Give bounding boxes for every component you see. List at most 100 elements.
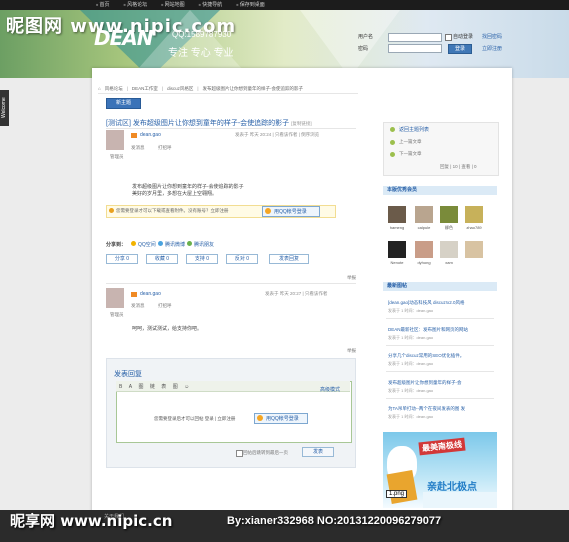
breadcrumb-item[interactable]: 风格论坛 [105, 86, 123, 92]
submit-reply-button[interactable]: 发表 [302, 447, 334, 457]
member-name[interactable]: Nenote [386, 260, 408, 265]
top-nav-quick[interactable]: 快捷导航 [199, 1, 222, 9]
editor-toolbar: B A 图 链 表 图 ☺ [116, 381, 350, 392]
latest-post-title[interactable]: [dean.gao]动态科技风 discuz!x2.0风格 [388, 300, 465, 306]
reply-meta: 发表于 昨天 20:27 | 只看该作者 [265, 291, 328, 296]
divider [106, 128, 356, 129]
member-name[interactable]: xam [438, 260, 460, 265]
author-name[interactable]: dean.gao [140, 132, 161, 138]
username-input[interactable] [388, 33, 442, 42]
share-qzone[interactable]: QQ空间 [138, 241, 156, 248]
report-link[interactable]: 举报 [347, 275, 356, 281]
share-friends[interactable]: 腾讯朋友 [194, 241, 214, 248]
reply-author-avatar[interactable] [106, 288, 124, 308]
member-avatar[interactable] [465, 206, 483, 223]
register-link[interactable]: 立即注册 [482, 45, 502, 52]
member-avatar[interactable] [415, 241, 433, 258]
latest-post-title[interactable]: 发布超级图片让你想到童年的样子-会 [388, 380, 462, 386]
top-nav-sitemap[interactable]: 网站地图 [161, 1, 185, 9]
attachment-icon[interactable]: 图 [173, 383, 178, 390]
back-icon [390, 127, 395, 132]
user-icon [131, 292, 137, 297]
reply-greet[interactable]: 打招呼 [158, 303, 172, 309]
back-to-list-link[interactable]: 返回主题列表 [399, 126, 429, 133]
member-avatar[interactable] [440, 241, 458, 258]
header-qq: QQ:1589787930 [172, 30, 232, 39]
smiley-icon[interactable]: ☺ [184, 384, 189, 390]
member-avatar[interactable] [415, 206, 433, 223]
advanced-mode-link[interactable]: 高级模式 [320, 386, 340, 393]
reply-author-name[interactable]: dean.gao [140, 291, 161, 297]
latest-post-title[interactable]: 为TA吊单打动--两个在夜间发表的图 发 [388, 406, 465, 412]
remember-label: 自动登录 [453, 34, 474, 40]
reply-form-title: 发表回复 [114, 371, 142, 378]
link-icon[interactable]: 链 [150, 383, 155, 390]
table-icon[interactable]: 表 [161, 383, 166, 390]
member-avatar[interactable] [388, 241, 406, 258]
share-label: 分享到： [106, 242, 127, 248]
site-logo[interactable]: DEAN [94, 26, 153, 50]
reply-report-link[interactable]: 举报 [347, 348, 356, 354]
share-button[interactable]: 分享 0 [106, 254, 138, 264]
login-button[interactable]: 登录 [448, 44, 472, 54]
divider [386, 398, 494, 399]
oppose-button[interactable]: 反对 0 [226, 254, 258, 264]
qq-icon [257, 415, 263, 421]
welcome-tab[interactable]: Welcome [0, 90, 9, 126]
member-avatar[interactable] [465, 241, 483, 258]
share-weibo[interactable]: 腾讯微博 [165, 241, 185, 248]
member-avatar[interactable] [440, 206, 458, 223]
image-icon[interactable]: 图 [138, 383, 143, 390]
qq-login-button[interactable]: 用QQ帐号登录 [262, 206, 320, 217]
member-name[interactable]: calpule [413, 225, 435, 230]
top-nav-forum[interactable]: 风格论坛 [124, 1, 147, 9]
notify-checkbox[interactable] [236, 450, 243, 457]
breadcrumb-item[interactable]: 发布超级图片让你想到童年的样子-会使追踪的影子 [203, 86, 304, 92]
book-image [386, 469, 418, 505]
copy-link[interactable]: [复制链接] [291, 121, 312, 126]
latest-post-meta: 发表于 1 时间：dean.gao [388, 414, 434, 419]
qq-icon [265, 208, 271, 214]
breadcrumb: ⌂ 风格论坛 | DEAN工作室 | discuz风格区 | 发布超级图片让你想到童年… [98, 86, 304, 92]
member-name[interactable]: 柳色 [438, 225, 460, 231]
reply-author-level: 管理员 [110, 312, 124, 317]
reply-qq-login-button[interactable]: 用QQ帐号登录 [254, 413, 308, 424]
greet-link[interactable]: 打招呼 [158, 145, 172, 151]
author-avatar[interactable] [106, 130, 124, 150]
new-topic-button[interactable]: 新主题 [106, 98, 141, 109]
favorite-button[interactable]: 收藏 0 [146, 254, 178, 264]
home-icon[interactable]: ⌂ [98, 86, 101, 92]
member-name[interactable]: zhao789 [463, 225, 485, 230]
top-nav-save[interactable]: 保存到桌面 [236, 1, 265, 9]
prev-thread-link[interactable]: 上一篇文章 [399, 139, 422, 145]
member-name[interactable]: hameng [386, 225, 408, 230]
latest-post-title[interactable]: 分享几个discuz常用的SEO优化插件。 [388, 353, 464, 359]
top-nav-home[interactable]: 首页 [96, 1, 110, 9]
members-header: 本版优秀会员 [383, 186, 497, 195]
forgot-password-link[interactable]: 找回密码 [482, 33, 502, 40]
next-thread-link[interactable]: 下一篇文章 [399, 151, 422, 157]
password-input[interactable] [388, 44, 442, 53]
breadcrumb-item[interactable]: discuz风格区 [167, 86, 193, 92]
member-name[interactable]: dyhong [413, 260, 435, 265]
header-slogan: 专注 专心 专业 [168, 48, 234, 59]
remember-checkbox[interactable] [445, 34, 452, 41]
weibo-icon [158, 241, 163, 246]
divider [386, 371, 494, 372]
reply-login-prompt: 您需要登录后才可以回帖 登录 | 立即注册 [154, 416, 236, 421]
ad-subline: 亲赴北极点 [427, 482, 477, 493]
support-button[interactable]: 支持 0 [186, 254, 218, 264]
friends-icon [187, 241, 192, 246]
reply-button[interactable]: 发表回复 [269, 254, 309, 264]
send-message-link[interactable]: 发消息 [131, 145, 145, 151]
breadcrumb-item[interactable]: DEAN工作室 [132, 86, 158, 92]
bold-icon[interactable]: B [119, 384, 122, 390]
latest-post-meta: 发表于 1 时间：dean.gao [388, 335, 434, 340]
reply-send-message[interactable]: 发消息 [131, 303, 145, 309]
latest-post-title[interactable]: DEAN最新社区：发布图片和网页的网站 [388, 327, 468, 333]
font-color-icon[interactable]: A [129, 384, 132, 390]
notify-label: 回帖后跳转到最后一页 [243, 450, 288, 455]
username-label: 用户名 [358, 34, 374, 40]
member-avatar[interactable] [388, 206, 406, 223]
ad-banner[interactable]: 最美南极线 亲赴北极点 1.png [383, 432, 497, 508]
